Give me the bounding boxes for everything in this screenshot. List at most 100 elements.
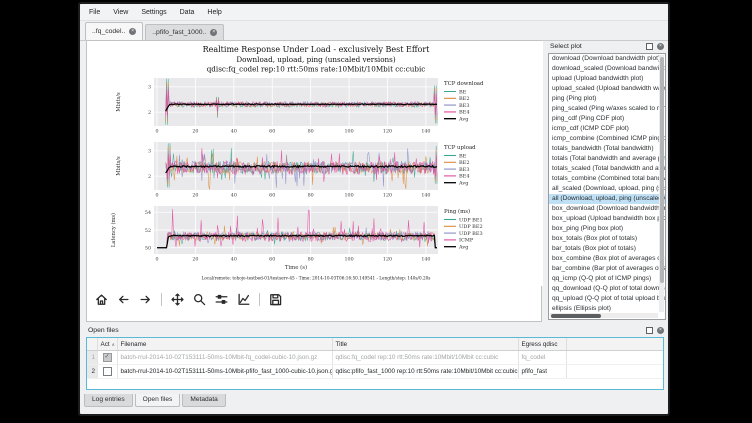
subplots-icon[interactable] bbox=[215, 293, 228, 306]
svg-text:20: 20 bbox=[192, 129, 198, 135]
plot-list-item[interactable]: bar_totals (Box plot of totals) bbox=[549, 244, 665, 254]
svg-text:20: 20 bbox=[192, 193, 198, 199]
svg-text:120: 120 bbox=[383, 193, 392, 199]
plot-list-item[interactable]: ping (Ping plot) bbox=[549, 94, 665, 104]
close-dock-icon[interactable]: × bbox=[657, 43, 664, 50]
plot-list-item[interactable]: box_ping (Ping box plot) bbox=[549, 224, 665, 234]
svg-text:0: 0 bbox=[155, 129, 158, 135]
svg-text:50: 50 bbox=[145, 246, 151, 252]
scrollbar-thumb[interactable] bbox=[551, 314, 601, 318]
pan-icon[interactable] bbox=[171, 293, 184, 306]
scrollbar-thumb[interactable] bbox=[660, 57, 664, 283]
active-checkbox[interactable] bbox=[103, 367, 112, 376]
plot-list-item[interactable]: upload (Upload bandwidth plot) bbox=[549, 74, 665, 84]
active-cell: ✓ bbox=[97, 351, 117, 365]
svg-text:BE3: BE3 bbox=[459, 103, 470, 109]
plot-list-item[interactable]: box_combine (Box plot of averages of se bbox=[549, 254, 665, 264]
plot-list-item[interactable]: all (Download, upload, ping (unscaled ve bbox=[549, 194, 665, 204]
plot-list-item[interactable]: qq_upload (Q-Q plot of total upload ban bbox=[549, 294, 665, 304]
column-header-title[interactable]: Title bbox=[332, 338, 518, 351]
plot-list-item[interactable]: ping_cdf (Ping CDF plot) bbox=[549, 114, 665, 124]
svg-text:Avg: Avg bbox=[458, 245, 469, 251]
title-cell: qdisc:pfifo_fast_1000 rep:10 rtt:50ms ra… bbox=[332, 365, 518, 379]
customize-icon[interactable] bbox=[237, 293, 250, 306]
plot-list-item[interactable]: totals_combine (Combined total bandw bbox=[549, 174, 665, 184]
open-file-row[interactable]: 2batch-rrul-2014-10-02T153111-50ms-10Mbi… bbox=[87, 365, 664, 379]
svg-text:BE: BE bbox=[459, 153, 467, 159]
select-plot-header: Select plot × bbox=[546, 40, 667, 52]
open-files-title: Open files bbox=[88, 327, 119, 334]
svg-text:qdisc:fq_codel rep:10 rtt:50ms: qdisc:fq_codel rep:10 rtt:50ms rate:10Mb… bbox=[207, 65, 426, 74]
active-checkbox[interactable]: ✓ bbox=[103, 353, 112, 362]
column-header-act[interactable]: Act∧ bbox=[97, 338, 117, 351]
svg-text:40: 40 bbox=[231, 257, 237, 263]
app-window: File View Settings Data Help ..fq_codel.. ×..… bbox=[78, 2, 670, 416]
svg-text:100: 100 bbox=[344, 193, 353, 199]
menu-data[interactable]: Data bbox=[180, 9, 195, 16]
select-plot-list: download (Download bandwidth plot)downlo… bbox=[548, 53, 666, 320]
bottom-tab-log-entries[interactable]: Log entries bbox=[84, 394, 133, 407]
tab-label: ..fq_codel.. bbox=[92, 28, 125, 35]
toolbar-separator bbox=[161, 293, 162, 306]
plot-list-item[interactable]: qq_download (Q-Q plot of total downloa bbox=[549, 284, 665, 294]
filler-cell bbox=[566, 365, 664, 379]
float-dock-icon[interactable] bbox=[646, 43, 653, 50]
bottom-tab-bar: Log entriesOpen filesMetadata bbox=[84, 394, 226, 410]
open-file-row[interactable]: 1✓batch-rrul-2014-10-02T153111-50ms-10Mb… bbox=[87, 351, 664, 365]
svg-text:60: 60 bbox=[269, 193, 275, 199]
menu-view[interactable]: View bbox=[113, 9, 128, 16]
tab-close-icon[interactable]: × bbox=[210, 29, 217, 36]
save-icon[interactable] bbox=[269, 293, 282, 306]
svg-text:UDP BE1: UDP BE1 bbox=[459, 217, 483, 223]
plot-list-item[interactable]: download_scaled (Download bandwidth w/a bbox=[549, 64, 665, 74]
svg-text:80: 80 bbox=[308, 129, 314, 135]
plot-list-item[interactable]: box_totals (Box plot of totals) bbox=[549, 234, 665, 244]
plot-list-item[interactable]: ping_scaled (Ping w/axes scaled to remo bbox=[549, 104, 665, 114]
plot-list-item[interactable]: qq_icmp (Q-Q plot of ICMP pings) bbox=[549, 274, 665, 284]
menu-help[interactable]: Help bbox=[207, 9, 221, 16]
column-header-egress-qdisc[interactable]: Egress qdisc bbox=[518, 338, 566, 351]
zoom-icon[interactable] bbox=[193, 293, 206, 306]
svg-text:Avg: Avg bbox=[458, 181, 469, 187]
close-dock-icon[interactable]: × bbox=[657, 327, 664, 334]
svg-text:140: 140 bbox=[421, 193, 430, 199]
plot-list-item[interactable]: totals (Total bandwidth and average pin bbox=[549, 154, 665, 164]
plot-list-item[interactable]: icmp_cdf (ICMP CDF plot) bbox=[549, 124, 665, 134]
home-icon[interactable] bbox=[95, 293, 108, 306]
plot-tab-0[interactable]: ..fq_codel.. × bbox=[85, 22, 143, 40]
plot-list-horizontal-scrollbar[interactable] bbox=[550, 313, 658, 318]
back-icon[interactable] bbox=[117, 293, 130, 306]
plot-list-vertical-scrollbar[interactable] bbox=[659, 55, 664, 312]
svg-text:UDP BE3: UDP BE3 bbox=[459, 231, 483, 237]
plot-list-item[interactable]: icmp_combine (Combined ICMP ping pl bbox=[549, 134, 665, 144]
column-header-index bbox=[87, 338, 97, 351]
column-header-filename[interactable]: Filename bbox=[117, 338, 332, 351]
plot-list-item[interactable]: totals_scaled (Total bandwidth and aver bbox=[549, 164, 665, 174]
svg-text:BE: BE bbox=[459, 89, 467, 95]
svg-text:BE3: BE3 bbox=[459, 167, 470, 173]
filename-cell: batch-rrul-2014-10-02T153111-50ms-10Mbit… bbox=[117, 351, 332, 365]
tab-label: ..pfifo_fast_1000.. bbox=[152, 29, 206, 36]
svg-text:80: 80 bbox=[308, 257, 314, 263]
plot-list-item[interactable]: bar_combine (Bar plot of averages of se bbox=[549, 264, 665, 274]
svg-text:Latency (ms): Latency (ms) bbox=[110, 213, 117, 247]
float-dock-icon[interactable] bbox=[646, 327, 653, 334]
plot-tab-1[interactable]: ..pfifo_fast_1000.. × bbox=[145, 24, 224, 40]
column-header-filler bbox=[566, 338, 664, 351]
figure-canvas[interactable]: 02040608010012014023Mbits/sTCP downloadB… bbox=[87, 41, 543, 286]
svg-text:3: 3 bbox=[148, 85, 151, 91]
forward-icon[interactable] bbox=[139, 293, 152, 306]
plot-list-item[interactable]: upload_scaled (Upload bandwidth w/ax bbox=[549, 84, 665, 94]
bottom-tab-metadata[interactable]: Metadata bbox=[182, 394, 226, 407]
plot-list-item[interactable]: totals_bandwidth (Total bandwidth) bbox=[549, 144, 665, 154]
plot-list-item[interactable]: box_upload (Upload bandwidth box plo bbox=[549, 214, 665, 224]
svg-text:80: 80 bbox=[308, 193, 314, 199]
plot-list-item[interactable]: download (Download bandwidth plot) bbox=[549, 54, 665, 64]
svg-text:2: 2 bbox=[148, 110, 151, 116]
tab-close-icon[interactable]: × bbox=[129, 28, 136, 35]
menu-settings[interactable]: Settings bbox=[141, 9, 166, 16]
menu-file[interactable]: File bbox=[89, 9, 100, 16]
bottom-tab-open-files[interactable]: Open files bbox=[135, 394, 181, 407]
plot-list-item[interactable]: box_download (Download bandwidth b bbox=[549, 204, 665, 214]
plot-list-item[interactable]: all_scaled (Download, upload, ping (scal bbox=[549, 184, 665, 194]
